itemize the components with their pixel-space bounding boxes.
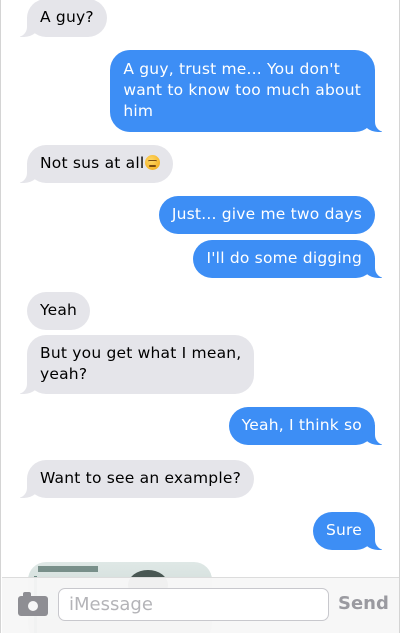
message-received: A guy? xyxy=(1,0,107,37)
send-button[interactable]: Send xyxy=(338,592,389,616)
message-sent: Yeah, I think so xyxy=(228,407,399,445)
message-sent: Just... give me two days xyxy=(158,196,375,234)
message-received: Not sus at all xyxy=(1,145,174,183)
camera-lens xyxy=(26,599,40,613)
expressionless-face-emoji-icon xyxy=(145,155,161,170)
message-sent: I'll do some digging xyxy=(193,240,399,278)
photo-detail xyxy=(38,566,98,572)
message-received: Want to see an example? xyxy=(1,460,255,498)
camera-icon[interactable] xyxy=(18,592,48,616)
imessage-input[interactable]: iMessage xyxy=(58,588,329,621)
imessage-window: A guy? A guy, trust me... You don't want… xyxy=(0,0,400,633)
message-thread: A guy? A guy, trust me... You don't want… xyxy=(1,0,399,633)
message-received: Yeah xyxy=(27,292,91,330)
message-sent: Sure xyxy=(312,512,399,550)
message-sent: A guy, trust me... You don't want to kno… xyxy=(110,50,399,132)
message-composer: iMessage Send xyxy=(2,577,399,633)
message-received: But you get what I mean, yeah? xyxy=(1,335,255,394)
